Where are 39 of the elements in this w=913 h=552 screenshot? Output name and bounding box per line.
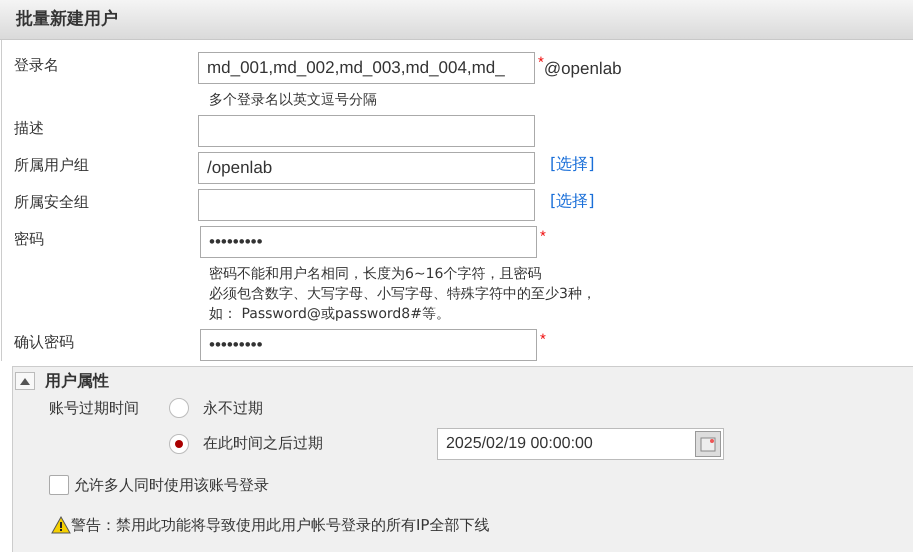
warning-icon	[51, 516, 71, 534]
radio-label: 在此时间之后过期	[203, 433, 324, 454]
field-label: 描述	[13, 118, 45, 139]
field-label: 所属安全组	[13, 192, 90, 213]
checkbox[interactable]	[49, 474, 69, 495]
required-mark: *	[540, 330, 546, 350]
input-field[interactable]	[198, 189, 535, 221]
select-link[interactable]: [选择]	[550, 189, 594, 213]
hint-text: 密码不能和用户名相同，长度为6~16个字符，且密码	[209, 265, 542, 284]
date-field[interactable]: 2025/02/19 00:00:00	[437, 428, 724, 460]
input-field[interactable]: /openlab	[198, 152, 535, 184]
radio-button[interactable]	[169, 398, 189, 418]
up-triangle-icon	[20, 378, 30, 384]
date-value: 2025/02/19 00:00:00	[445, 434, 594, 454]
radio-label: 永不过期	[203, 398, 264, 419]
section-title: 用户属性	[45, 370, 109, 392]
input-field[interactable]	[198, 115, 535, 147]
input-field[interactable]: md_001,md_002,md_003,md_004,md_	[198, 52, 535, 84]
radio-button[interactable]	[169, 434, 189, 454]
field-label: 登录名	[13, 55, 60, 76]
window-title: 批量新建用户	[16, 8, 118, 31]
required-mark: *	[540, 227, 546, 247]
collapse-toggle[interactable]	[15, 372, 35, 390]
field-label: 账号过期时间	[48, 398, 140, 419]
field-label: 确认密码	[13, 332, 75, 353]
required-mark: *	[538, 53, 544, 73]
checkbox-label: 允许多人同时使用该账号登录	[74, 474, 269, 496]
domain-suffix: @openlab	[544, 58, 622, 80]
calendar-button[interactable]	[695, 430, 721, 456]
input-field[interactable]: •••••••••	[200, 226, 537, 258]
hint-text: 多个登录名以英文逗号分隔	[209, 91, 378, 110]
calendar-icon	[700, 436, 716, 452]
hint-text: 必须包含数字、大写字母、小写字母、特殊字符中的至少3种，	[209, 285, 597, 304]
warning-text: 警告：禁用此功能将导致使用此用户帐号登录的所有IP全部下线	[71, 515, 490, 536]
hint-text: 如： Password@或password8#等。	[209, 305, 451, 324]
select-link[interactable]: [选择]	[550, 152, 594, 176]
input-field[interactable]: •••••••••	[200, 329, 537, 361]
field-label: 所属用户组	[13, 155, 90, 176]
field-label: 密码	[13, 229, 45, 250]
